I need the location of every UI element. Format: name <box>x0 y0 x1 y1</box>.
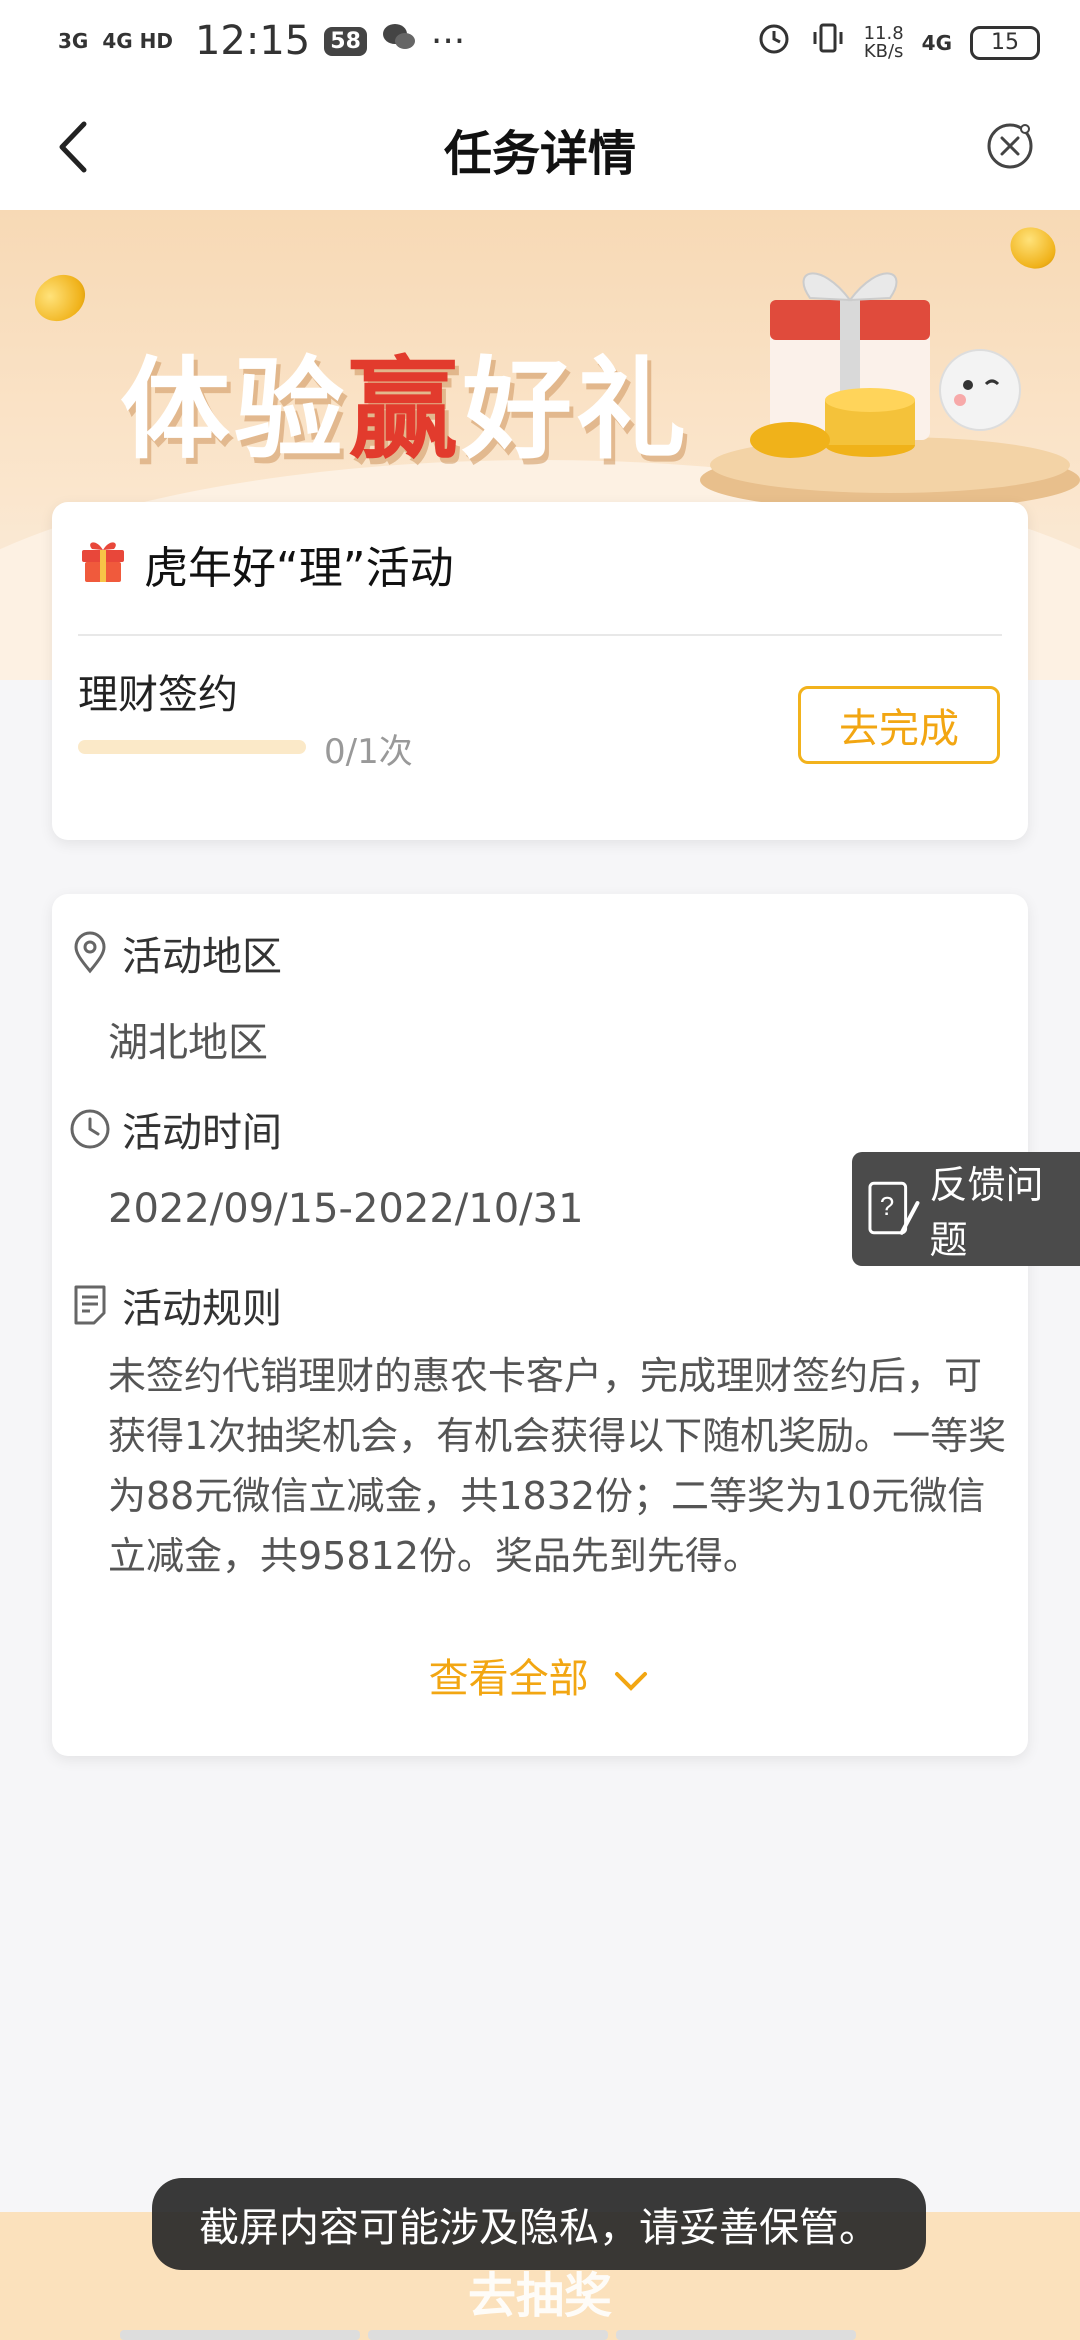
speed-unit: KB/s <box>863 40 904 62</box>
banner-title-post: 好礼 <box>462 346 690 474</box>
wechat-icon <box>381 21 417 62</box>
rules-text: 未签约代销理财的惠农卡客户，完成理财签约后，可获得1次抽奖机会，有机会获得以下随… <box>108 1354 1007 1578</box>
status-left: 3G 4G HD 12:15 58 ··· <box>58 18 465 64</box>
complete-task-button[interactable]: 去完成 <box>798 686 1000 764</box>
close-button[interactable] <box>980 116 1040 176</box>
region-row: 活动地区 <box>68 924 282 982</box>
bottom-indicators <box>120 2330 856 2340</box>
close-circle-icon <box>987 123 1033 169</box>
time-value: 2022/09/15-2022/10/31 <box>108 1186 584 1232</box>
coin-icon <box>26 265 94 331</box>
nav-bar: 任务详情 <box>0 82 1080 210</box>
time-label: 活动时间 <box>122 1110 282 1156</box>
indicator <box>368 2330 608 2340</box>
feedback-label: 反馈问题 <box>929 1163 1044 1262</box>
gift-illustration <box>700 272 1080 510</box>
more-icon: ··· <box>430 20 466 62</box>
svg-text:?: ? <box>880 1193 894 1221</box>
task-progress-bar <box>78 740 306 754</box>
task-card: 虎年好“理”活动 理财签约 0/1次 去完成 <box>52 502 1028 840</box>
view-all-label: 查看全部 <box>428 1656 589 1702</box>
feedback-icon: ? <box>868 1181 920 1235</box>
page-title: 任务详情 <box>443 126 636 182</box>
notification-badge: 58 <box>324 26 367 56</box>
banner-title: 体验赢好礼 <box>120 320 690 480</box>
progress-text: 0/1次 <box>324 732 413 772</box>
gift-icon <box>82 542 124 582</box>
signal-4g-icon: 4G HD <box>102 29 173 53</box>
rules-label: 活动规则 <box>122 1286 282 1332</box>
signal-3g-icon: 3G <box>58 29 89 53</box>
time-row: 活动时间 <box>68 1100 282 1158</box>
banner-title-win: 赢 <box>348 346 462 474</box>
alarm-icon <box>756 20 792 65</box>
vibrate-icon <box>810 20 846 65</box>
indicator <box>120 2330 360 2340</box>
status-bar: 3G 4G HD 12:15 58 ··· 11.8 KB/s 4G 15 <box>0 0 1080 82</box>
rules-row: 活动规则 <box>68 1276 282 1334</box>
indicator <box>616 2330 856 2340</box>
document-icon <box>74 1285 106 1325</box>
screenshot-toast: 截屏内容可能涉及隐私，请妥善保管。 <box>152 2178 926 2270</box>
view-all-button[interactable]: 查看全部 <box>52 1646 1028 1704</box>
status-right: 11.8 KB/s 4G 15 <box>756 20 1040 65</box>
network-type: 4G <box>921 30 952 55</box>
region-label: 活动地区 <box>122 934 282 980</box>
status-time: 12:15 <box>194 18 311 64</box>
feedback-button[interactable]: ? 反馈问题 <box>852 1152 1080 1266</box>
activity-info-card: 活动地区 湖北地区 活动时间 2022/09/15-2022/10/31 活动规… <box>52 894 1028 1756</box>
divider <box>78 634 1002 636</box>
region-value: 湖北地区 <box>108 1020 268 1066</box>
clock-icon <box>70 1109 110 1149</box>
chevron-down-icon <box>615 1672 648 1691</box>
task-name: 理财签约 <box>78 672 238 718</box>
network-speed: 11.8 KB/s <box>863 24 904 62</box>
battery-icon: 15 <box>970 25 1040 60</box>
banner-title-pre: 体验 <box>120 346 348 474</box>
location-pin-icon <box>74 931 106 974</box>
activity-name: 虎年好“理”活动 <box>144 543 454 594</box>
